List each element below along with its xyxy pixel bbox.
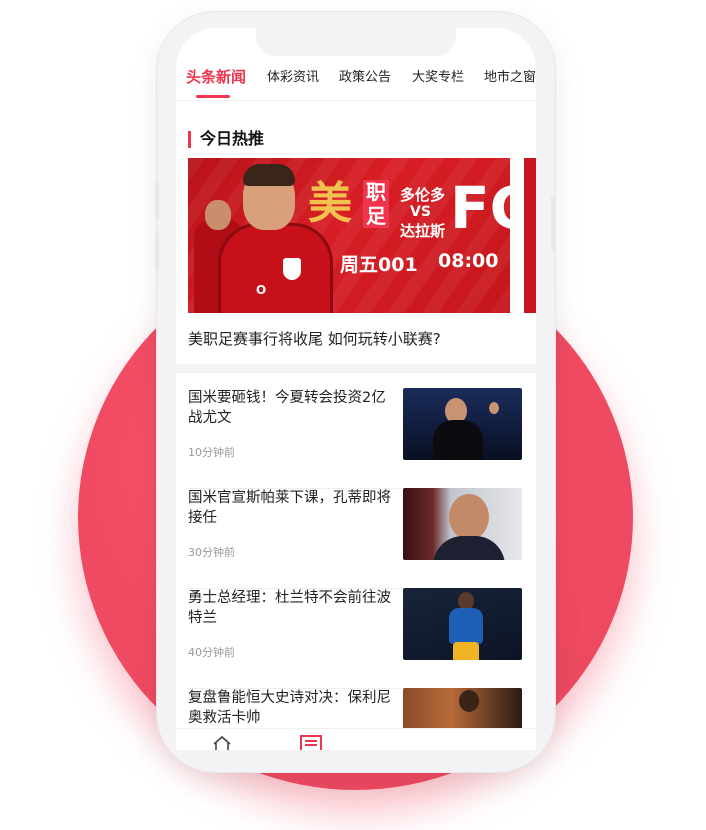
banner-big-char: 美	[308, 178, 352, 229]
bottom-tab-bar	[176, 728, 536, 750]
phone-power-button	[551, 196, 555, 251]
news-time: 10分钟前	[188, 446, 235, 459]
news-title: 国米官宣斯帕莱下课，孔蒂即将接任	[188, 490, 391, 526]
coach-portrait-image	[403, 488, 522, 560]
banner-vs: VS	[410, 204, 431, 220]
player-hair	[243, 164, 295, 186]
news-time: 30分钟前	[188, 546, 235, 559]
category-tabs: 头条新闻 体彩资讯 政策公告 大奖专栏 地市之窗	[176, 68, 536, 100]
news-time: 40分钟前	[188, 646, 235, 659]
coach-celebrating-image	[403, 388, 522, 460]
tab-headlines[interactable]: 头条新闻	[186, 67, 246, 87]
phone-notch	[256, 28, 456, 56]
news-title: 勇士总经理：杜兰特不会前往波特兰	[188, 590, 391, 626]
home-icon[interactable]	[212, 735, 232, 750]
banner-team-away: 达拉斯	[400, 222, 446, 240]
news-item[interactable]: 国米要砸钱！今夏转会投资2亿战尤文 10分钟前	[188, 388, 524, 489]
tab-lottery-news[interactable]: 体彩资讯	[267, 68, 319, 88]
sponsor-logo: O	[256, 283, 267, 297]
active-tab-indicator	[196, 95, 230, 98]
news-title: 国米要砸钱！今夏转会投资2亿战尤文	[188, 390, 386, 426]
banner-team-home: 多伦多	[400, 186, 446, 204]
hero-banner[interactable]: O 美 职足 多伦多 VS 达拉斯 FC 周五001 08:00	[188, 158, 510, 313]
banner-match-number: 周五001	[340, 254, 418, 276]
banner-caption[interactable]: 美职足赛事行将收尾 如何玩转小联赛?	[188, 328, 441, 350]
phone-side-button	[155, 182, 159, 220]
player-figure	[218, 223, 333, 313]
banner-match-time: 08:00	[438, 250, 499, 272]
player-head-back	[205, 200, 231, 230]
divider	[176, 100, 536, 101]
tab-policy[interactable]: 政策公告	[339, 68, 391, 88]
banner-fc: FC	[450, 174, 510, 242]
news-title: 复盘鲁能恒大史诗对决：保利尼奥救活卡帅	[188, 690, 391, 726]
tab-jackpot[interactable]: 大奖专栏	[412, 68, 464, 88]
section-marker	[188, 131, 191, 148]
tab-city-window[interactable]: 地市之窗	[484, 68, 536, 88]
news-icon[interactable]	[300, 735, 322, 750]
club-crest-icon	[283, 258, 301, 280]
app-screen: 头条新闻 体彩资讯 政策公告 大奖专栏 地市之窗 今日热推 O 美 职足 多伦多…	[176, 28, 536, 750]
phone-side-button	[155, 232, 159, 270]
news-item[interactable]: 勇士总经理：杜兰特不会前往波特兰 40分钟前	[188, 588, 524, 689]
next-banner-peek[interactable]	[524, 158, 536, 313]
basketball-player-image	[403, 588, 522, 660]
section-gap	[176, 364, 536, 373]
banner-side-chars: 职足	[363, 180, 389, 228]
section-title: 今日热推	[200, 129, 265, 148]
news-item[interactable]: 国米官宣斯帕莱下课，孔蒂即将接任 30分钟前	[188, 488, 524, 589]
